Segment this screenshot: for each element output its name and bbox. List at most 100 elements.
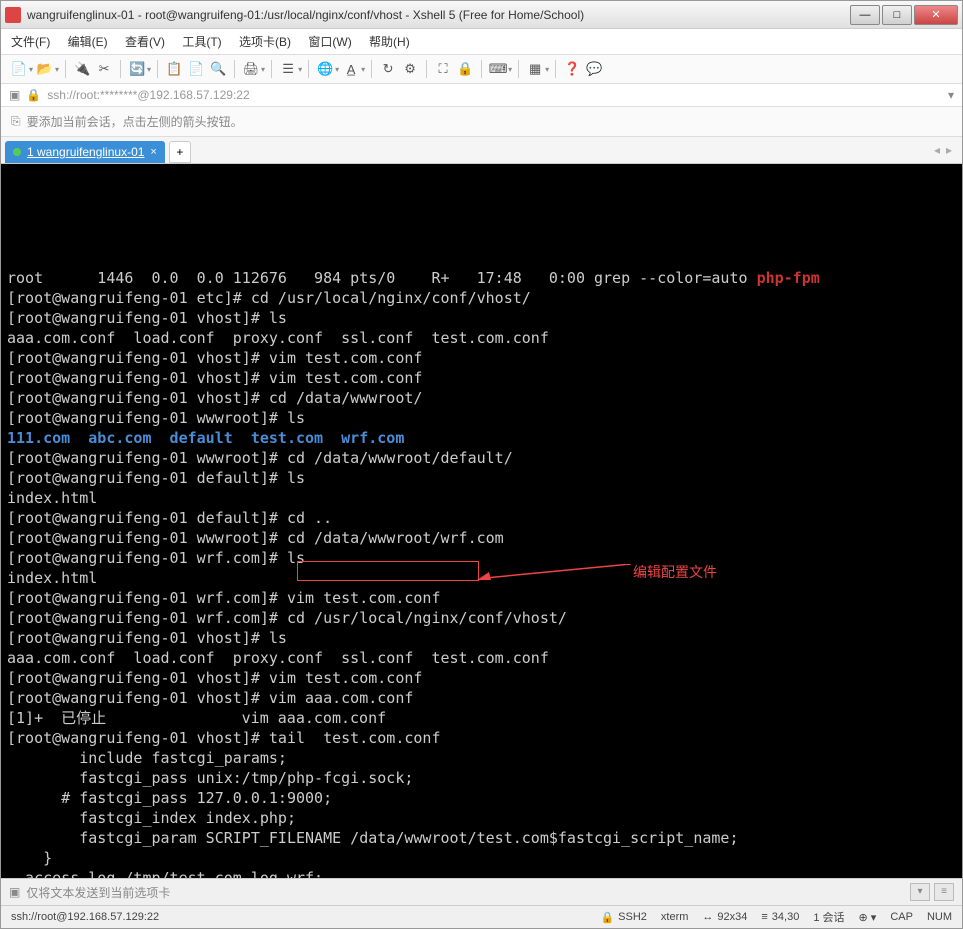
terminal-line: } [7,848,956,868]
status-term: xterm [661,911,689,923]
terminal-line: index.html [7,568,956,588]
terminal[interactable]: 编辑配置文件 root 1446 0.0 0.0 112676 984 pts/… [1,164,962,878]
send-text[interactable]: 仅将文本发送到当前选项卡 [26,884,910,901]
tab-prev-icon[interactable]: ◂ [934,143,940,157]
menu-edit[interactable]: 编辑(E) [68,35,108,49]
lock-icon[interactable]: 🔒 [455,59,475,79]
terminal-icon: ▣ [9,885,20,899]
toolbar: 📄▾ 📂▾ 🔌 ✂ 🔄▾ 📋 📄 🔍 🖨▾ ☰▾ 🌐▾ A̲▾ ↻ ⚙ ⛶ 🔒 … [1,55,962,84]
terminal-line: [1]+ 已停止 vim aaa.com.conf [7,708,956,728]
keyboard-icon[interactable]: ⌨ [488,59,508,79]
terminal-line: [root@wangruifeng-01 vhost]# vim test.co… [7,668,956,688]
arrow-icon[interactable]: ⎘ [11,114,21,129]
dropdown-icon[interactable]: ▾ [948,88,954,102]
terminal-line: aaa.com.conf load.conf proxy.conf ssl.co… [7,648,956,668]
props-icon[interactable]: ☰ [278,59,298,79]
dropdown-icon[interactable]: ▾ [335,65,339,74]
size-icon: ↔ [702,911,713,923]
terminal-line: aaa.com.conf load.conf proxy.conf ssl.co… [7,328,956,348]
status-num: NUM [927,911,952,923]
address-text[interactable]: ssh://root:********@192.168.57.129:22 [47,88,948,102]
terminal-line: [root@wangruifeng-01 wrf.com]# vim test.… [7,588,956,608]
session-dropdown-icon[interactable]: ⊕ ▾ [859,911,877,924]
fullscreen-icon[interactable]: ⛶ [433,59,453,79]
terminal-line: [root@wangruifeng-01 wwwroot]# ls [7,408,956,428]
menu-tools[interactable]: 工具(T) [182,35,221,49]
terminal-line: [root@wangruifeng-01 wrf.com]# ls [7,548,956,568]
terminal-line: [root@wangruifeng-01 wrf.com]# cd /usr/l… [7,608,956,628]
tab-active[interactable]: 1 wangruifenglinux-01 × [5,141,165,163]
maximize-button[interactable]: □ [882,5,912,25]
copy-icon[interactable]: 📋 [164,59,184,79]
gear-icon[interactable]: ⚙ [400,59,420,79]
terminal-line: root 1446 0.0 0.0 112676 984 pts/0 R+ 17… [7,268,956,288]
font-icon[interactable]: A̲ [341,59,361,79]
send-dropdown-button[interactable]: ▾ [910,883,930,901]
terminal-line: [root@wangruifeng-01 vhost]# ls [7,308,956,328]
terminal-line: 111.com abc.com default test.com wrf.com [7,428,956,448]
window-title: wangruifenglinux-01 - root@wangruifeng-0… [27,8,848,22]
globe-icon[interactable]: 🌐 [315,59,335,79]
info-text: 要添加当前会话，点击左侧的箭头按钮。 [27,113,243,130]
terminal-line: include fastcgi_params; [7,748,956,768]
menu-file[interactable]: 文件(F) [11,35,50,49]
send-bar: ▣ 仅将文本发送到当前选项卡 ▾ ≡ [1,878,962,905]
terminal-line: [root@wangruifeng-01 etc]# cd /usr/local… [7,288,956,308]
menu-tabs[interactable]: 选项卡(B) [239,35,291,49]
lock-icon: 🔒 [26,88,41,102]
terminal-line: # fastcgi_pass 127.0.0.1:9000; [7,788,956,808]
status-pos: 34,30 [772,911,800,923]
terminal-line: [root@wangruifeng-01 vhost]# tail test.c… [7,728,956,748]
print-icon[interactable]: 🖨 [241,59,261,79]
minimize-button[interactable]: — [850,5,880,25]
address-bar: ▣ 🔒 ssh://root:********@192.168.57.129:2… [1,84,962,107]
terminal-line: [root@wangruifeng-01 vhost]# vim test.co… [7,348,956,368]
dropdown-icon[interactable]: ▾ [55,65,59,74]
lock-icon: 🔒 [600,911,614,924]
status-conn: ssh://root@192.168.57.129:22 [11,911,586,923]
dropdown-icon[interactable]: ▾ [261,65,265,74]
menubar: 文件(F) 编辑(E) 查看(V) 工具(T) 选项卡(B) 窗口(W) 帮助(… [1,29,962,55]
terminal-line: [root@wangruifeng-01 vhost]# cd /data/ww… [7,388,956,408]
tab-add-button[interactable]: + [169,141,191,163]
terminal-line: [root@wangruifeng-01 wwwroot]# cd /data/… [7,528,956,548]
menu-help[interactable]: 帮助(H) [369,35,410,49]
terminal-line: fastcgi_param SCRIPT_FILENAME /data/wwwr… [7,828,956,848]
help-icon[interactable]: ❓ [562,59,582,79]
paste-icon[interactable]: 📄 [186,59,206,79]
terminal-line: [root@wangruifeng-01 vhost]# vim test.co… [7,368,956,388]
dropdown-icon[interactable]: ▾ [29,65,33,74]
comment-icon[interactable]: 💬 [584,59,604,79]
terminal-line: [root@wangruifeng-01 vhost]# vim aaa.com… [7,688,956,708]
bookmark-icon[interactable]: ▣ [9,88,20,102]
dropdown-icon[interactable]: ▾ [147,65,151,74]
terminal-line: [root@wangruifeng-01 default]# cd .. [7,508,956,528]
menu-window[interactable]: 窗口(W) [308,35,351,49]
terminal-line: [root@wangruifeng-01 default]# ls [7,468,956,488]
find-icon[interactable]: 🔍 [208,59,228,79]
dropdown-icon[interactable]: ▾ [361,65,365,74]
annotation-text: 编辑配置文件 [633,564,717,584]
terminal-line: index.html [7,488,956,508]
dropdown-icon[interactable]: ▾ [545,65,549,74]
disconnect-icon[interactable]: ✂ [94,59,114,79]
titlebar: wangruifenglinux-01 - root@wangruifeng-0… [1,1,962,29]
reconnect-icon[interactable]: 🔄 [127,59,147,79]
tile-icon[interactable]: ▦ [525,59,545,79]
menu-view[interactable]: 查看(V) [125,35,165,49]
terminal-line: [root@wangruifeng-01 wwwroot]# cd /data/… [7,448,956,468]
connect-icon[interactable]: 🔌 [72,59,92,79]
close-button[interactable]: ✕ [914,5,958,25]
terminal-line: fastcgi_index index.php; [7,808,956,828]
dropdown-icon[interactable]: ▾ [508,65,512,74]
dropdown-icon[interactable]: ▾ [298,65,302,74]
tab-close-icon[interactable]: × [150,146,156,158]
open-icon[interactable]: 📂 [35,59,55,79]
terminal-line: fastcgi_pass unix:/tmp/php-fcgi.sock; [7,768,956,788]
tab-next-icon[interactable]: ▸ [946,143,952,157]
new-icon[interactable]: 📄 [9,59,29,79]
pos-icon: ≡ [761,911,767,923]
refresh-icon[interactable]: ↻ [378,59,398,79]
send-menu-button[interactable]: ≡ [934,883,954,901]
status-sessions: 1 会话 [813,909,844,925]
